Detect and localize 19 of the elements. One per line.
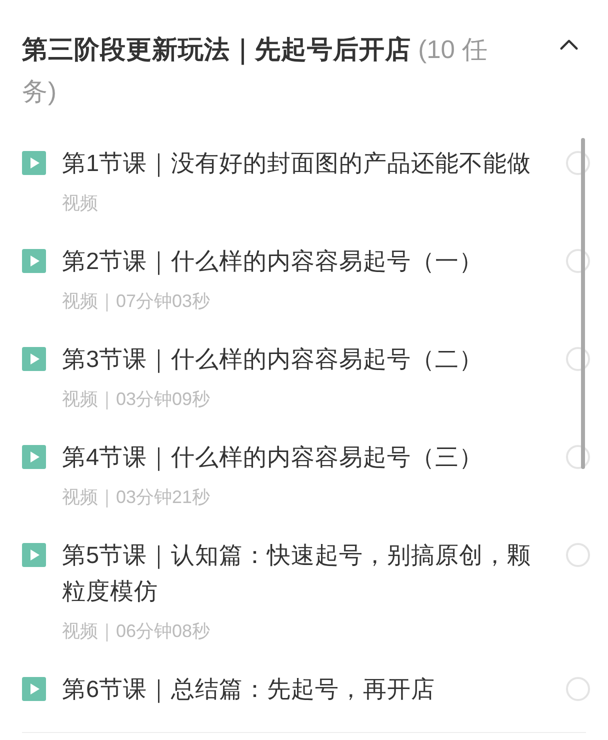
lesson-title[interactable]: 第3节课｜什么样的内容容易起号（二）: [62, 341, 542, 377]
section-title: 第三阶段更新玩法｜先起号后开店 (10 任务): [22, 34, 490, 108]
lesson-title[interactable]: 第2节课｜什么样的内容容易起号（一）: [62, 243, 542, 279]
play-icon: [22, 249, 46, 273]
lesson-meta: 视频: [62, 192, 99, 215]
lesson-title[interactable]: 第4节课｜什么样的内容容易起号（三）: [62, 439, 542, 475]
play-icon: [22, 347, 46, 371]
play-icon: [22, 151, 46, 175]
play-icon: [22, 543, 46, 567]
lesson-meta: 视频｜06分钟08秒: [62, 620, 212, 644]
play-icon: [22, 677, 46, 701]
chevron-up-icon[interactable]: [560, 39, 578, 50]
play-icon: [22, 445, 46, 469]
lesson-title[interactable]: 第5节课｜认知篇：快速起号，别搞原创，颗粒度模仿: [62, 537, 542, 609]
lesson-title[interactable]: 第6节课｜总结篇：先起号，再开店: [62, 671, 542, 707]
lesson-title[interactable]: 第1节课｜没有好的封面图的产品还能不能做: [62, 145, 542, 181]
lesson-meta: 视频｜03分钟09秒: [62, 388, 212, 412]
lesson-meta: 视频｜07分钟03秒: [62, 290, 212, 314]
lesson-meta: 视频｜03分钟21秒: [62, 486, 212, 510]
